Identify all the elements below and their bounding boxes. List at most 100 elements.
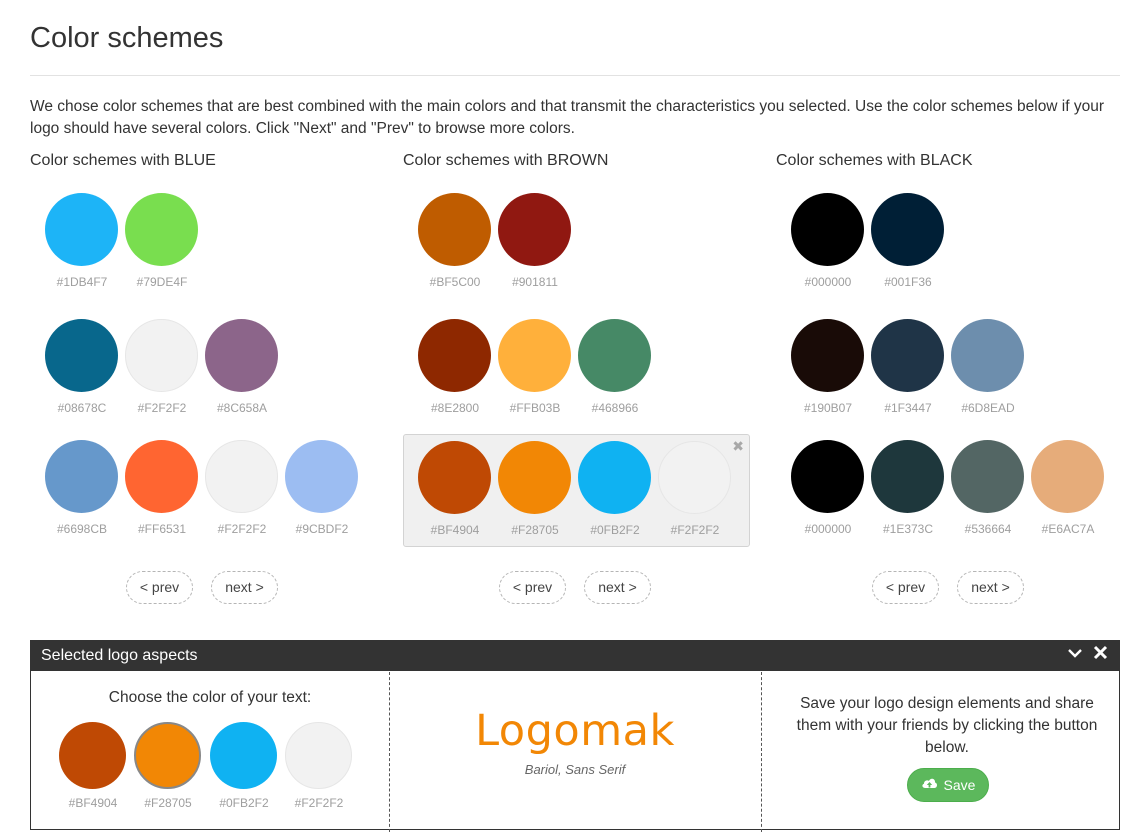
prev-button[interactable]: < prev <box>126 571 193 604</box>
color-swatch[interactable]: #E6AC7A <box>1028 440 1108 536</box>
swatch-hex-label: #6698CB <box>56 522 108 536</box>
logo-preview-section: Logomak Bariol, Sans Serif <box>389 672 761 832</box>
color-scheme[interactable]: #1DB4F7 #79DE4F <box>30 193 375 293</box>
text-color-section: Choose the color of your text: #BF4904 #F… <box>31 672 389 832</box>
swatch-circle <box>791 319 864 392</box>
swatch-hex-label: #F2F2F2 <box>217 522 267 536</box>
swatch-circle <box>658 441 731 514</box>
swatch-circle <box>125 193 198 266</box>
color-swatch[interactable]: #6D8EAD <box>948 319 1028 415</box>
color-swatch[interactable]: #536664 <box>948 440 1028 536</box>
swatch-circle <box>578 319 651 392</box>
swatch-hex-label: #BF5C00 <box>429 275 481 289</box>
swatch-hex-label: #468966 <box>591 401 639 415</box>
swatch-circle <box>210 722 277 789</box>
swatch-hex-label: #9CBDF2 <box>295 522 349 536</box>
close-icon[interactable] <box>1093 645 1108 665</box>
swatch-hex-label: #1F3447 <box>884 401 932 415</box>
save-description: Save your logo design elements and share… <box>796 695 1098 756</box>
color-scheme[interactable]: #08678C #F2F2F2 #8C658A <box>30 319 375 419</box>
color-swatch[interactable]: #F2F2F2 <box>122 319 202 415</box>
text-color-option[interactable]: #0FB2F2 <box>204 722 284 810</box>
color-swatch[interactable]: #08678C <box>42 319 122 415</box>
swatch-circle <box>578 441 651 514</box>
swatch-circle <box>45 193 118 266</box>
text-color-option[interactable]: #BF4904 <box>53 722 133 810</box>
swatch-hex-label: #6D8EAD <box>961 401 1015 415</box>
color-swatch[interactable]: #FFB03B <box>495 319 575 415</box>
swatch-hex-label: #901811 <box>512 275 558 289</box>
color-swatch[interactable]: #F2F2F2 <box>202 440 282 536</box>
swatch-hex-label: #0FB2F2 <box>590 523 640 537</box>
page-title: Color schemes <box>30 22 224 54</box>
next-button[interactable]: next > <box>957 571 1024 604</box>
color-swatch[interactable]: #190B07 <box>788 319 868 415</box>
color-swatch[interactable]: #001F36 <box>868 193 948 289</box>
color-scheme[interactable]: #8E2800 #FFB03B #468966 <box>403 319 748 419</box>
swatch-circle <box>59 722 126 789</box>
color-scheme[interactable]: #6698CB #FF6531 #F2F2F2 #9CBDF2 <box>30 440 375 540</box>
column-title: Color schemes with BLUE <box>30 152 216 169</box>
cloud-upload-icon <box>921 769 938 801</box>
color-swatch[interactable]: #468966 <box>575 319 655 415</box>
next-button[interactable]: next > <box>584 571 651 604</box>
swatch-circle <box>418 441 491 514</box>
logo-font-caption: Bariol, Sans Serif <box>524 762 626 777</box>
swatch-circle <box>871 440 944 513</box>
color-swatch[interactable]: #1E373C <box>868 440 948 536</box>
prev-button[interactable]: < prev <box>499 571 566 604</box>
swatch-hex-label: #000000 <box>804 522 852 536</box>
swatch-hex-label: #FF6531 <box>137 522 187 536</box>
text-color-option[interactable]: #F28705 <box>128 722 208 810</box>
swatch-hex-label: #536664 <box>964 522 1012 536</box>
color-swatch[interactable]: #1F3447 <box>868 319 948 415</box>
color-swatch[interactable]: #000000 <box>788 193 868 289</box>
color-scheme[interactable]: #000000 #001F36 <box>776 193 1121 293</box>
color-swatch[interactable]: #8C658A <box>202 319 282 415</box>
swatch-circle <box>498 193 571 266</box>
swatch-hex-label: #BF4904 <box>68 796 118 810</box>
color-swatch[interactable]: #BF4904 <box>415 441 495 537</box>
text-color-option[interactable]: #F2F2F2 <box>279 722 359 810</box>
swatch-hex-label: #F28705 <box>511 523 559 537</box>
color-scheme-column: Color schemes with BLUE #1DB4F7 #79DE4F #08… <box>30 150 375 610</box>
color-swatch[interactable]: #0FB2F2 <box>575 441 655 537</box>
color-swatch[interactable]: #000000 <box>788 440 868 536</box>
color-swatch[interactable]: #8E2800 <box>415 319 495 415</box>
color-swatch[interactable]: #901811 <box>495 193 575 289</box>
swatch-hex-label: #190B07 <box>803 401 853 415</box>
save-section: Save your logo design elements and share… <box>761 672 1119 832</box>
next-button[interactable]: next > <box>211 571 278 604</box>
chevron-down-icon[interactable] <box>1067 645 1083 666</box>
swatch-hex-label: #79DE4F <box>136 275 188 289</box>
panel-header: Selected logo aspects <box>31 641 1119 671</box>
swatch-hex-label: #8C658A <box>216 401 268 415</box>
swatch-hex-label: #08678C <box>57 401 107 415</box>
color-swatch[interactable]: #F28705 <box>495 441 575 537</box>
swatch-circle <box>791 440 864 513</box>
swatch-hex-label: #BF4904 <box>430 523 480 537</box>
close-icon[interactable]: ✖ <box>732 438 744 455</box>
prev-button[interactable]: < prev <box>872 571 939 604</box>
swatch-circle <box>125 319 198 392</box>
color-swatch[interactable]: #F2F2F2 <box>655 441 735 537</box>
swatch-circle <box>45 319 118 392</box>
color-scheme[interactable]: #190B07 #1F3447 #6D8EAD <box>776 319 1121 419</box>
color-scheme[interactable]: #000000 #1E373C #536664 #E6AC7A <box>776 440 1121 540</box>
save-button-label: Save <box>943 777 976 793</box>
color-swatch[interactable]: #6698CB <box>42 440 122 536</box>
color-swatch[interactable]: #BF5C00 <box>415 193 495 289</box>
swatch-hex-label: #001F36 <box>884 275 932 289</box>
swatch-circle <box>205 319 278 392</box>
text-color-label: Choose the color of your text: <box>108 689 312 706</box>
color-scheme[interactable]: #BF5C00 #901811 <box>403 193 748 293</box>
color-swatch[interactable]: #1DB4F7 <box>42 193 122 289</box>
color-swatch[interactable]: #9CBDF2 <box>282 440 362 536</box>
color-swatch[interactable]: #FF6531 <box>122 440 202 536</box>
swatch-hex-label: #000000 <box>804 275 852 289</box>
color-swatch[interactable]: #79DE4F <box>122 193 202 289</box>
color-scheme-selected[interactable]: #BF4904 #F28705 #0FB2F2 #F2F2F2 ✖ <box>403 434 750 547</box>
swatch-hex-label: #0FB2F2 <box>219 796 269 810</box>
save-button[interactable]: Save <box>907 768 989 802</box>
swatch-circle <box>951 440 1024 513</box>
